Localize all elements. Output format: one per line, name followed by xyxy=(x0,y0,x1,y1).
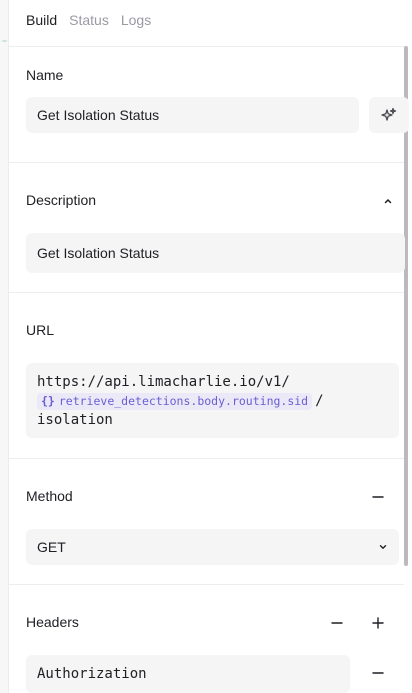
headers-label: Headers xyxy=(26,614,79,630)
add-header-button[interactable] xyxy=(368,614,388,632)
url-suffix: isolation xyxy=(37,412,113,428)
minus-icon xyxy=(331,622,343,624)
description-collapse-button[interactable] xyxy=(378,192,398,210)
name-input[interactable]: Get Isolation Status xyxy=(26,97,359,133)
url-input[interactable]: https://api.limacharlie.io/v1/ {} retriev… xyxy=(26,363,399,438)
chevron-up-icon xyxy=(384,198,392,204)
left-rail xyxy=(0,0,9,693)
rail-marker xyxy=(2,40,7,42)
description-label: Description xyxy=(26,192,97,208)
section-divider xyxy=(9,458,404,459)
section-divider xyxy=(9,584,404,585)
tab-build[interactable]: Build xyxy=(26,12,57,28)
minus-icon xyxy=(372,672,384,674)
remove-header-button[interactable] xyxy=(368,664,388,682)
url-separator: / xyxy=(315,393,324,409)
ai-suggest-button[interactable] xyxy=(369,97,409,133)
sparkles-icon xyxy=(381,107,397,121)
headers-collapse-button[interactable] xyxy=(327,614,347,632)
tab-status[interactable]: Status xyxy=(69,12,109,28)
plus-icon xyxy=(372,617,384,629)
tab-logs[interactable]: Logs xyxy=(121,12,151,28)
header-key-input[interactable]: Authorization xyxy=(26,655,350,693)
url-variable-chip[interactable]: {} retrieve_detections.body.routing.sid xyxy=(37,392,313,410)
url-variable: retrieve_detections.body.routing.sid xyxy=(58,393,309,408)
variable-brace-icon: {} xyxy=(41,393,55,408)
tab-bar: Build Status Logs xyxy=(26,10,163,30)
url-label: URL xyxy=(26,322,55,338)
name-label: Name xyxy=(26,67,64,83)
description-input[interactable]: Get Isolation Status xyxy=(26,233,405,273)
method-value: GET xyxy=(37,539,66,555)
method-select[interactable]: GET xyxy=(26,529,399,565)
section-divider xyxy=(9,292,404,293)
chevron-down-icon xyxy=(379,545,387,550)
section-divider xyxy=(9,162,404,163)
method-collapse-button[interactable] xyxy=(368,488,388,506)
url-prefix: https://api.limacharlie.io/v1/ xyxy=(37,374,290,390)
minus-icon xyxy=(372,496,384,498)
method-label: Method xyxy=(26,488,73,504)
